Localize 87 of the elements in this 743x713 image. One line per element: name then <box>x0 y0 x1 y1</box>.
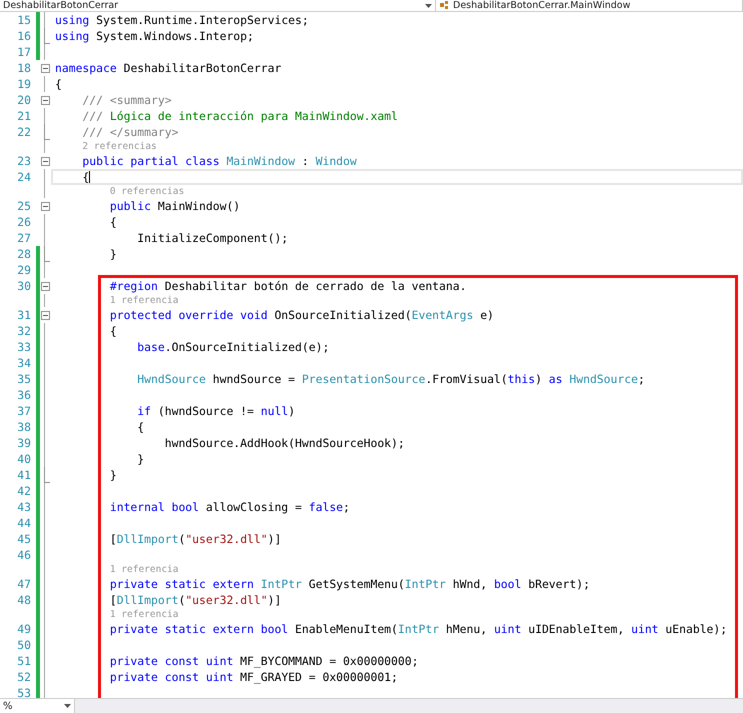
line-number: 33 <box>16 339 32 355</box>
line-number: 35 <box>16 371 32 387</box>
collapse-icon[interactable] <box>40 64 50 73</box>
code-line: HwndSource hwndSource = PresentationSource.FromVisual(this) as HwndSource; <box>136 371 645 387</box>
code-line: private const uint MF_BYCOMMAND = 0x00000000; <box>108 653 418 669</box>
line-number: 20 <box>16 92 32 108</box>
code-line: private static extern IntPtr GetSystemMenu(IntPtr hWnd, bool bRevert); <box>108 576 590 592</box>
line-number: 36 <box>16 387 32 403</box>
line-number: 52 <box>16 669 32 685</box>
line-number: 15 <box>16 12 32 28</box>
collapse-icon[interactable] <box>40 96 50 105</box>
code-line: #region Deshabilitar botón de cerrado de la ventana. <box>108 278 466 294</box>
reference-count[interactable]: 0 referencias <box>110 185 184 198</box>
code-line: hwndSource.AddHook(HwndSourceHook); <box>164 435 405 451</box>
collapse-icon[interactable] <box>40 157 50 166</box>
code-line: /// </summary> <box>81 124 178 140</box>
project-dropdown[interactable]: DeshabilitarBotonCerrar <box>0 0 436 11</box>
line-number: 29 <box>16 262 32 278</box>
caret-icon <box>64 704 71 708</box>
line-number: 23 <box>16 153 32 169</box>
collapse-icon[interactable] <box>40 202 50 211</box>
code-line: { <box>108 323 117 339</box>
zoom-dropdown[interactable]: % <box>0 699 75 713</box>
line-number: 34 <box>16 355 32 371</box>
line-number: 50 <box>16 637 32 653</box>
code-line: if (hwndSource != null) <box>136 403 296 419</box>
code-line: internal bool allowClosing = false; <box>108 499 350 515</box>
line-number: 21 <box>16 108 32 124</box>
code-line: using System.Windows.Interop; <box>55 28 254 44</box>
code-line: public partial class MainWindow : Window <box>81 153 357 169</box>
reference-count[interactable]: 1 referencia <box>110 294 178 307</box>
line-number: 26 <box>16 214 32 230</box>
line-number: 45 <box>16 531 32 547</box>
member-dropdown[interactable]: DeshabilitarBotonCerrar.MainWindow <box>436 0 743 11</box>
line-number: 49 <box>16 621 32 637</box>
line-number: 38 <box>16 419 32 435</box>
line-number: 43 <box>16 499 32 515</box>
line-number: 25 <box>16 198 32 214</box>
line-number: 16 <box>16 28 32 44</box>
line-number: 51 <box>16 653 32 669</box>
class-icon <box>439 1 449 10</box>
code-line: /// Lógica de interacción para MainWindow.xaml <box>81 108 398 124</box>
code-line: base.OnSourceInitialized(e); <box>136 339 330 355</box>
text-cursor <box>89 171 90 183</box>
reference-count[interactable]: 1 referencia <box>110 608 178 621</box>
line-number: 41 <box>16 467 32 483</box>
line-number: 17 <box>16 44 32 60</box>
line-number: 44 <box>16 515 32 531</box>
line-number: 19 <box>16 76 32 92</box>
line-number: 46 <box>16 547 32 563</box>
code-line: private const uint MF_GRAYED = 0x00000001; <box>108 669 398 685</box>
reference-count[interactable]: 1 referencia <box>110 563 178 576</box>
code-line: { <box>81 171 90 183</box>
code-line: protected override void OnSourceInitialized(EventArgs e) <box>108 307 494 323</box>
line-number: 37 <box>16 403 32 419</box>
code-line: using System.Runtime.InteropServices; <box>55 12 309 28</box>
line-number: 42 <box>16 483 32 499</box>
code-line: InitializeComponent(); <box>136 230 288 246</box>
code-line: } <box>108 467 117 483</box>
line-number: 18 <box>16 60 32 76</box>
line-number: 32 <box>16 323 32 339</box>
code-line: /// <summary> <box>81 92 172 108</box>
code-line: } <box>136 451 144 467</box>
code-line: namespace DeshabilitarBotonCerrar <box>55 60 282 76</box>
code-line: { <box>55 76 62 92</box>
reference-count[interactable]: 2 referencias <box>82 140 157 153</box>
caret-icon <box>425 4 432 8</box>
code-line: { <box>136 419 144 435</box>
line-number: 24 <box>16 169 32 185</box>
code-line: { <box>108 214 117 230</box>
line-number: 39 <box>16 435 32 451</box>
line-number: 48 <box>16 592 32 608</box>
code-line: [DllImport("user32.dll")] <box>108 531 282 547</box>
code-line: public MainWindow() <box>108 198 240 214</box>
collapse-icon[interactable] <box>40 282 50 291</box>
collapse-icon[interactable] <box>40 311 50 320</box>
line-number: 28 <box>16 246 32 262</box>
line-number: 22 <box>16 124 32 140</box>
line-number: 47 <box>16 576 32 592</box>
code-line: } <box>108 246 117 262</box>
code-line: [DllImport("user32.dll")] <box>108 592 282 608</box>
code-line: private static extern bool EnableMenuItem(IntPtr hMenu, uint uIDEnableItem, uint uEnable); <box>108 621 728 637</box>
line-number: 53 <box>16 685 32 698</box>
line-number: 40 <box>16 451 32 467</box>
line-number: 27 <box>16 230 32 246</box>
line-number: 31 <box>16 307 32 323</box>
line-number: 30 <box>16 278 32 294</box>
